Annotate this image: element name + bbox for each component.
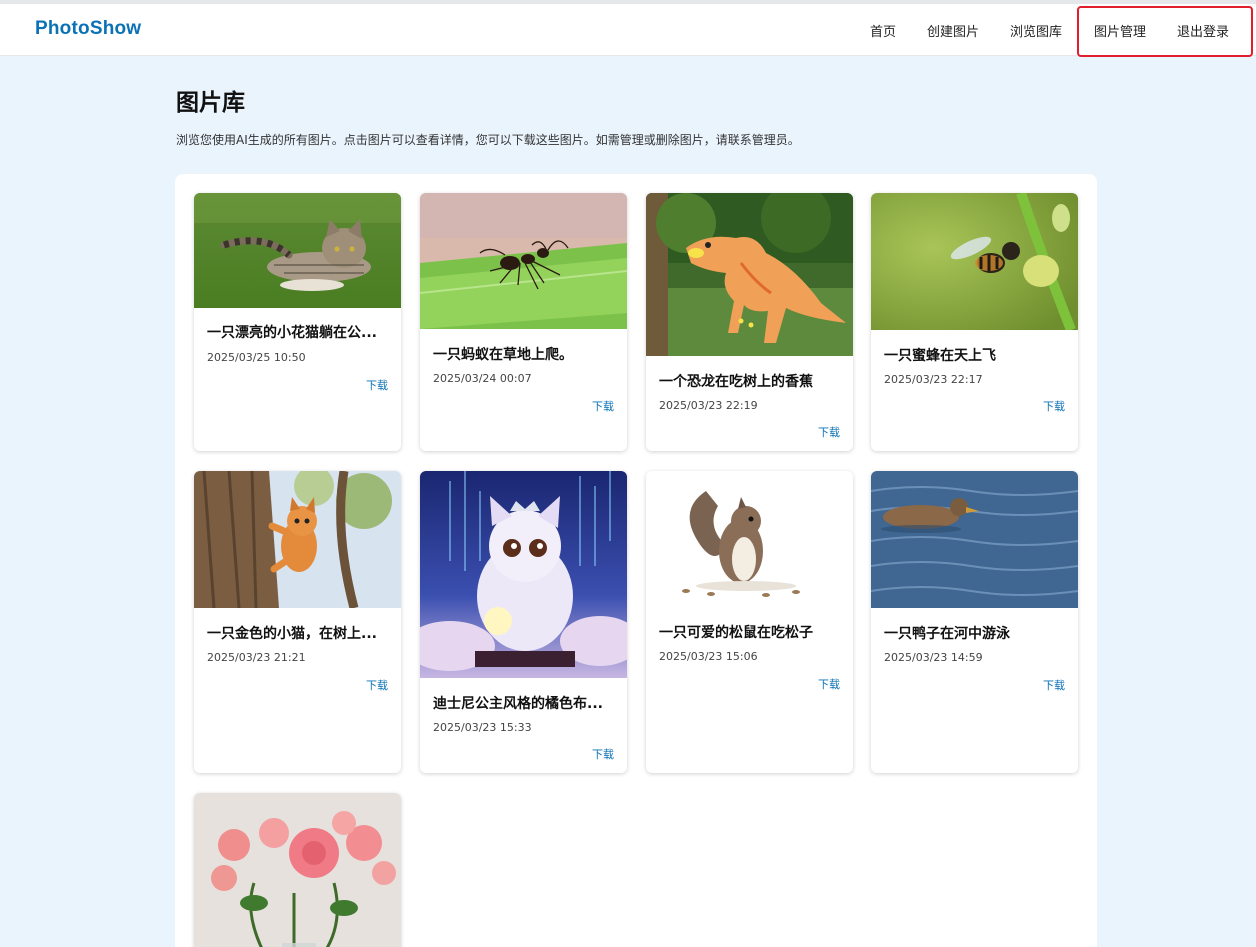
download-link[interactable]: 下载 (366, 377, 388, 393)
card-image-roses[interactable] (194, 793, 401, 947)
card-date: 2025/03/25 10:50 (207, 351, 306, 364)
download-link[interactable]: 下载 (592, 746, 614, 762)
download-link[interactable]: 下载 (1043, 398, 1065, 414)
card-title: 一个恐龙在吃树上的香蕉 (659, 374, 813, 390)
download-link[interactable]: 下载 (818, 424, 840, 440)
page-title: 图片库 (176, 90, 245, 116)
navbar: PhotoShow 首页 创建图片 浏览图库 图片管理 退出登录 (0, 4, 1256, 57)
card-image-dinosaur[interactable] (646, 193, 853, 356)
nav-browse-gallery[interactable]: 浏览图库 (1010, 21, 1062, 40)
card-image-kitten-tree[interactable] (194, 471, 401, 608)
nav-create-image[interactable]: 创建图片 (927, 21, 979, 40)
image-card[interactable]: 一只金色的小猫，在树上... 2025/03/23 21:21 下载 (194, 471, 401, 773)
card-image-princess-cat[interactable] (420, 471, 627, 678)
kitten-tree-image (194, 471, 401, 608)
card-date: 2025/03/24 00:07 (433, 372, 532, 385)
squirrel-image (646, 471, 853, 607)
card-date: 2025/03/23 21:21 (207, 651, 306, 664)
download-link[interactable]: 下载 (1043, 677, 1065, 693)
download-link[interactable]: 下载 (592, 398, 614, 414)
download-link[interactable]: 下载 (366, 677, 388, 693)
roses-image (194, 793, 401, 947)
card-image-ant[interactable] (420, 193, 627, 329)
image-card[interactable]: 一只蜜蜂在天上飞 2025/03/23 22:17 下载 (871, 193, 1078, 451)
download-link[interactable]: 下载 (818, 676, 840, 692)
image-card[interactable]: 一个恐龙在吃树上的香蕉 2025/03/23 22:19 下载 (646, 193, 853, 451)
image-card[interactable]: 一只漂亮的小花猫躺在公... 2025/03/25 10:50 下载 (194, 193, 401, 451)
card-title: 一只可爱的松鼠在吃松子 (659, 625, 813, 641)
card-date: 2025/03/23 22:19 (659, 399, 758, 412)
brand-logo[interactable]: PhotoShow (35, 18, 141, 40)
card-title: 一只金色的小猫，在树上... (207, 626, 377, 642)
page-description: 浏览您使用AI生成的所有图片。点击图片可以查看详情，您可以下载这些图片。如需管理… (176, 133, 800, 147)
card-image-duck[interactable] (871, 471, 1078, 608)
ant-image (420, 193, 627, 329)
card-title: 一只蚂蚁在草地上爬。 (433, 347, 573, 363)
bee-image (871, 193, 1078, 330)
card-date: 2025/03/23 14:59 (884, 651, 983, 664)
dinosaur-image (646, 193, 853, 356)
image-card[interactable] (194, 793, 401, 947)
card-title: 一只蜜蜂在天上飞 (884, 348, 996, 364)
card-date: 2025/03/23 22:17 (884, 373, 983, 386)
card-image-bee[interactable] (871, 193, 1078, 330)
card-image-tabby-cat[interactable] (194, 193, 401, 308)
nav-home[interactable]: 首页 (870, 21, 896, 40)
image-card[interactable]: 迪士尼公主风格的橘色布... 2025/03/23 15:33 下载 (420, 471, 627, 773)
card-title: 一只鸭子在河中游泳 (884, 626, 1010, 642)
image-card[interactable]: 一只蚂蚁在草地上爬。 2025/03/24 00:07 下载 (420, 193, 627, 451)
card-date: 2025/03/23 15:06 (659, 650, 758, 663)
tabby-cat-image (194, 193, 401, 308)
image-card[interactable]: 一只可爱的松鼠在吃松子 2025/03/23 15:06 下载 (646, 471, 853, 773)
highlight-box (1077, 6, 1253, 57)
princess-cat-image (420, 471, 627, 678)
duck-image (871, 471, 1078, 608)
card-image-squirrel[interactable] (646, 471, 853, 607)
card-title: 一只漂亮的小花猫躺在公... (207, 325, 377, 341)
card-date: 2025/03/23 15:33 (433, 721, 532, 734)
card-title: 迪士尼公主风格的橘色布... (433, 696, 603, 712)
image-card[interactable]: 一只鸭子在河中游泳 2025/03/23 14:59 下载 (871, 471, 1078, 773)
